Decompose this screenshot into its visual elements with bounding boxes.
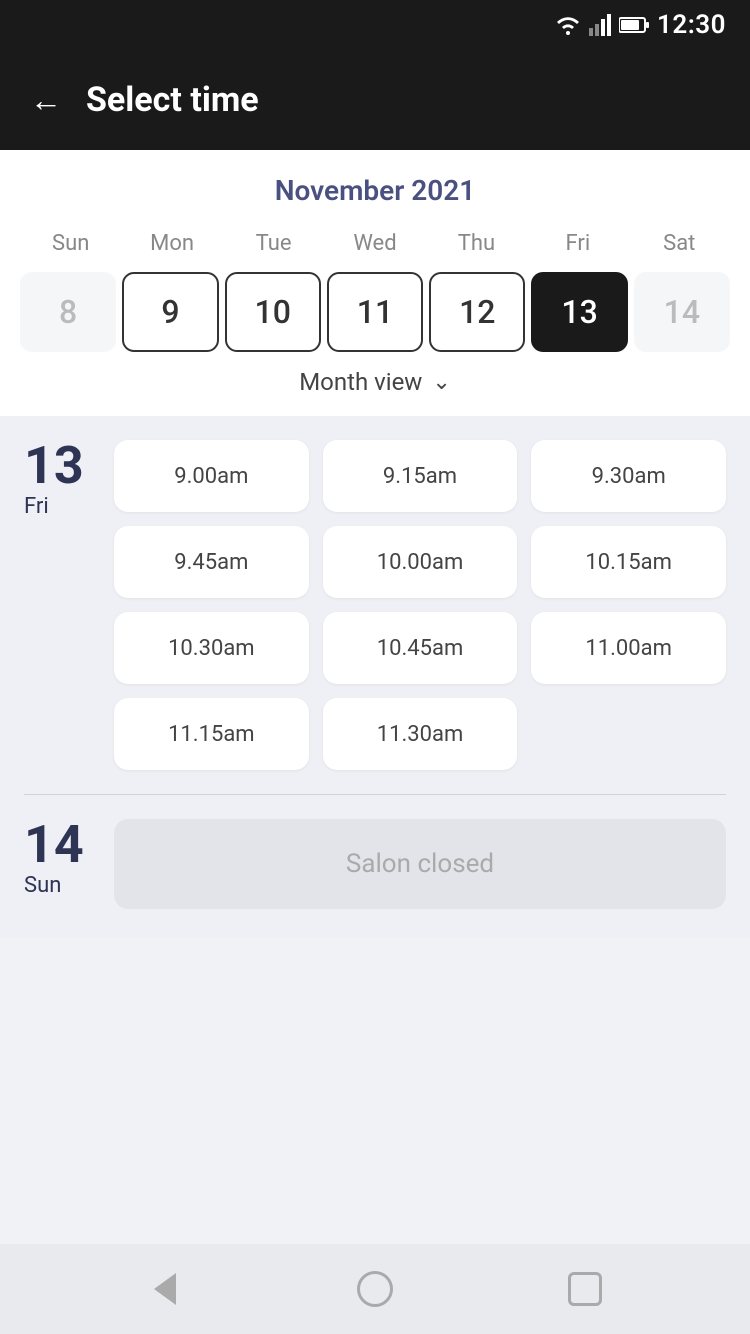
day-14-row: 14 Sun Salon closed bbox=[24, 819, 726, 909]
day-13-section: 13 Fri 9.00am 9.15am 9.30am 9.45am 10.00… bbox=[24, 440, 726, 770]
timeslot-1115am[interactable]: 11.15am bbox=[114, 698, 309, 770]
status-icons: 12:30 bbox=[555, 10, 726, 40]
back-button[interactable]: ← bbox=[30, 84, 62, 116]
home-nav-button[interactable] bbox=[350, 1264, 400, 1314]
status-bar: 12:30 bbox=[0, 0, 750, 50]
day-headers: Sun Mon Tue Wed Thu Fri Sat bbox=[20, 227, 730, 260]
home-nav-icon bbox=[357, 1271, 393, 1307]
header: ← Select time bbox=[0, 50, 750, 150]
bottom-nav bbox=[0, 1244, 750, 1334]
salon-closed-text: Salon closed bbox=[346, 849, 494, 879]
day-14-section: 14 Sun Salon closed bbox=[24, 819, 726, 909]
date-cell-9[interactable]: 9 bbox=[122, 272, 218, 352]
timeslot-915am[interactable]: 9.15am bbox=[323, 440, 518, 512]
date-cell-14[interactable]: 14 bbox=[634, 272, 730, 352]
month-year-label: November 2021 bbox=[20, 174, 730, 207]
battery-icon bbox=[619, 16, 649, 34]
date-cell-12[interactable]: 12 bbox=[429, 272, 525, 352]
status-time: 12:30 bbox=[657, 10, 726, 40]
date-cell-13[interactable]: 13 bbox=[531, 272, 627, 352]
date-cell-11[interactable]: 11 bbox=[327, 272, 423, 352]
day-14-name: Sun bbox=[24, 873, 94, 898]
day-header-sat: Sat bbox=[629, 227, 730, 260]
timeslot-1030am[interactable]: 10.30am bbox=[114, 612, 309, 684]
back-nav-button[interactable] bbox=[140, 1264, 190, 1314]
day-header-wed: Wed bbox=[324, 227, 425, 260]
recents-nav-icon bbox=[568, 1272, 602, 1306]
section-divider bbox=[24, 794, 726, 795]
timeslot-1130am[interactable]: 11.30am bbox=[323, 698, 518, 770]
timeslot-945am[interactable]: 9.45am bbox=[114, 526, 309, 598]
day-13-row: 13 Fri 9.00am 9.15am 9.30am 9.45am 10.00… bbox=[24, 440, 726, 770]
timeslot-1100am[interactable]: 11.00am bbox=[531, 612, 726, 684]
day-header-fri: Fri bbox=[527, 227, 628, 260]
back-nav-icon bbox=[154, 1273, 176, 1305]
day-14-col: 14 Sun bbox=[24, 819, 94, 898]
month-view-toggle[interactable]: Month view ⌄ bbox=[20, 352, 730, 400]
signal-icon bbox=[589, 14, 611, 36]
timeslots-section: 13 Fri 9.00am 9.15am 9.30am 9.45am 10.00… bbox=[0, 416, 750, 937]
month-view-label: Month view bbox=[299, 368, 422, 396]
timeslot-930am[interactable]: 9.30am bbox=[531, 440, 726, 512]
day-13-number: 13 bbox=[24, 440, 94, 492]
day-header-sun: Sun bbox=[20, 227, 121, 260]
recents-nav-button[interactable] bbox=[560, 1264, 610, 1314]
date-cell-10[interactable]: 10 bbox=[225, 272, 321, 352]
day-header-thu: Thu bbox=[426, 227, 527, 260]
day-header-mon: Mon bbox=[121, 227, 222, 260]
day-14-number: 14 bbox=[24, 819, 94, 871]
date-cell-8[interactable]: 8 bbox=[20, 272, 116, 352]
calendar-section: November 2021 Sun Mon Tue Wed Thu Fri Sa… bbox=[0, 150, 750, 416]
timeslots-grid-13: 9.00am 9.15am 9.30am 9.45am 10.00am 10.1… bbox=[114, 440, 726, 770]
page-title: Select time bbox=[86, 80, 259, 120]
timeslot-1015am[interactable]: 10.15am bbox=[531, 526, 726, 598]
timeslot-1000am[interactable]: 10.00am bbox=[323, 526, 518, 598]
timeslot-900am[interactable]: 9.00am bbox=[114, 440, 309, 512]
wifi-icon bbox=[555, 15, 581, 35]
salon-closed-box: Salon closed bbox=[114, 819, 726, 909]
day-13-name: Fri bbox=[24, 494, 94, 519]
chevron-down-icon: ⌄ bbox=[432, 370, 450, 395]
week-dates: 8 9 10 11 12 13 14 bbox=[20, 272, 730, 352]
day-header-tue: Tue bbox=[223, 227, 324, 260]
timeslot-1045am[interactable]: 10.45am bbox=[323, 612, 518, 684]
day-13-col: 13 Fri bbox=[24, 440, 94, 519]
